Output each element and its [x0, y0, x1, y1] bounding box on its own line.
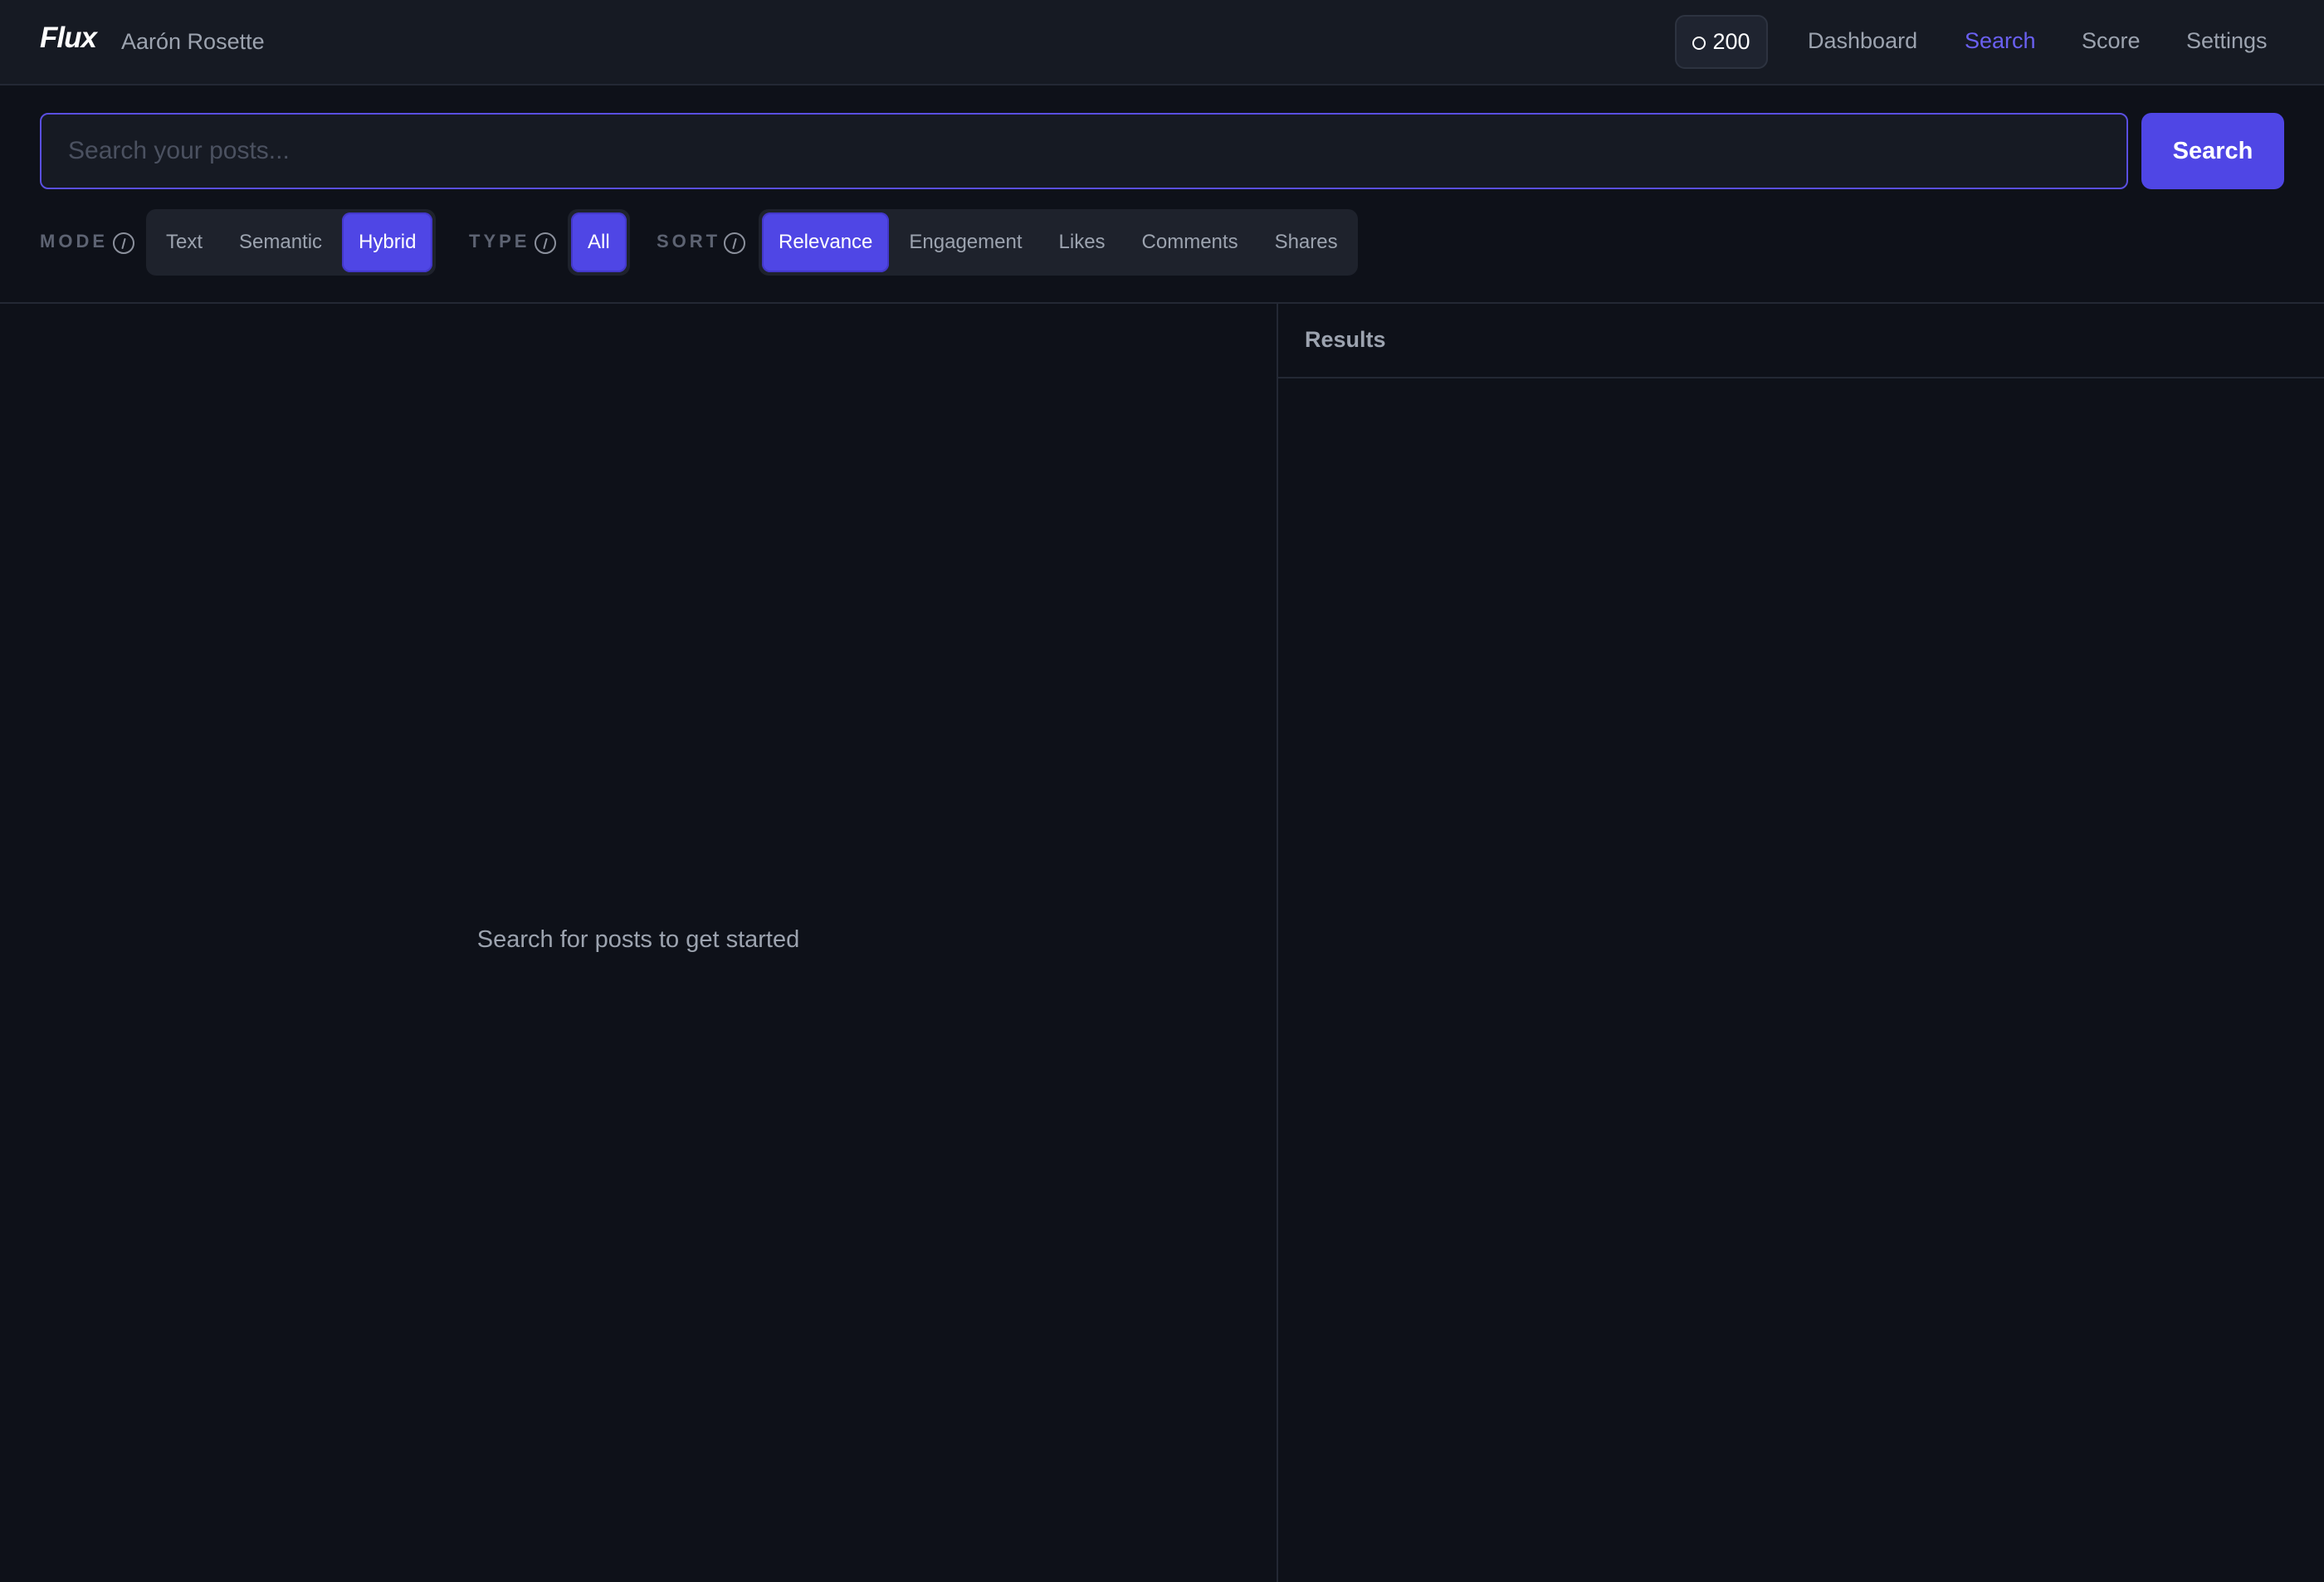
- nav-settings[interactable]: Settings: [2186, 28, 2268, 54]
- sort-option-comments[interactable]: Comments: [1125, 212, 1255, 272]
- sort-info-icon[interactable]: [723, 232, 746, 255]
- sort-option-shares[interactable]: Shares: [1258, 212, 1355, 272]
- type-label: TYPE: [469, 231, 530, 251]
- top-header: Flux Aarón Rosette 200 Dashboard Search …: [0, 0, 2324, 85]
- mode-option-hybrid[interactable]: Hybrid: [342, 212, 433, 272]
- nav-score[interactable]: Score: [2082, 28, 2141, 54]
- mode-info-icon[interactable]: [112, 232, 135, 255]
- nav-dashboard[interactable]: Dashboard: [1808, 28, 1917, 54]
- type-selector: All: [568, 209, 630, 276]
- type-info-icon[interactable]: [534, 232, 557, 255]
- nav-search[interactable]: Search: [1965, 28, 2036, 54]
- user-name: Aarón Rosette: [121, 29, 265, 54]
- results-title: Results: [1305, 327, 1386, 352]
- credits-badge[interactable]: 200: [1675, 15, 1768, 69]
- main-pane: Search for posts to get started: [0, 304, 1277, 1582]
- sort-option-likes[interactable]: Likes: [1042, 212, 1122, 272]
- brand-logo[interactable]: Flux: [40, 22, 97, 55]
- search-button[interactable]: Search: [2141, 113, 2284, 189]
- mode-label: MODE: [40, 231, 108, 251]
- results-divider: [1278, 377, 2324, 378]
- mode-option-semantic[interactable]: Semantic: [222, 212, 339, 272]
- sort-option-relevance[interactable]: Relevance: [762, 212, 890, 272]
- type-option-all[interactable]: All: [571, 212, 627, 272]
- sort-option-engagement[interactable]: Engagement: [892, 212, 1038, 272]
- mode-option-text[interactable]: Text: [149, 212, 219, 272]
- coin-icon: [1692, 36, 1706, 50]
- empty-state-message: Search for posts to get started: [476, 926, 800, 953]
- mode-selector: Text Semantic Hybrid: [146, 209, 437, 276]
- credits-count: 200: [1712, 29, 1750, 54]
- sort-label: SORT: [657, 231, 721, 251]
- results-pane: Results: [1278, 304, 2324, 1582]
- search-input[interactable]: [40, 113, 2128, 189]
- sort-selector: Relevance Engagement Likes Comments Shar…: [759, 209, 1358, 276]
